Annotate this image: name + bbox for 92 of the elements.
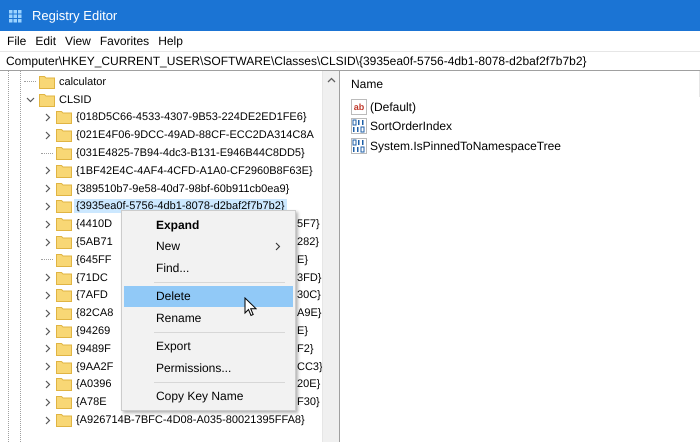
- value-name[interactable]: (Default): [370, 100, 416, 114]
- registry-key[interactable]: {5AB71: [74, 235, 115, 250]
- registry-key-fragment: E}: [297, 254, 308, 266]
- registry-key[interactable]: {94269: [74, 324, 112, 338]
- chevron-right-icon[interactable]: [42, 130, 52, 140]
- chevron-right-icon[interactable]: [42, 220, 52, 229]
- registry-key-fragment: 30C}: [297, 289, 321, 302]
- folder-icon: [56, 377, 72, 392]
- registry-key[interactable]: {A926714B-7BFC-4D08-A035-80021395FFA8}: [74, 413, 307, 428]
- registry-key[interactable]: {A0396: [74, 377, 114, 392]
- window-title: Registry Editor: [32, 8, 118, 23]
- chevron-right-icon[interactable]: [42, 326, 52, 336]
- folder-icon: [39, 92, 55, 107]
- registry-key[interactable]: {A78E: [74, 395, 109, 410]
- registry-key-fragment: 5F7}: [297, 218, 320, 230]
- context-menu-item[interactable]: Delete: [124, 286, 293, 307]
- registry-key[interactable]: {389510b7-9e58-40d7-98bf-60b911cb0ea9}: [74, 182, 292, 196]
- chevron-right-icon[interactable]: [42, 273, 52, 282]
- folder-icon: [56, 342, 72, 356]
- folder-icon: [56, 182, 72, 196]
- registry-key[interactable]: {7AFD: [74, 288, 110, 302]
- folder-icon: [56, 270, 72, 285]
- folder-icon: [56, 413, 72, 428]
- registry-key[interactable]: {71DC: [74, 270, 110, 285]
- chevron-right-icon[interactable]: [42, 166, 52, 176]
- context-menu-item[interactable]: Permissions...: [124, 357, 293, 378]
- chevron-right-icon[interactable]: [42, 112, 52, 122]
- chevron-right-icon[interactable]: [42, 380, 52, 389]
- chevron-right-icon[interactable]: [42, 238, 52, 247]
- scrollbar[interactable]: [322, 71, 339, 442]
- folder-icon: [56, 395, 72, 410]
- folder-icon: [56, 324, 72, 338]
- registry-key-fragment: E}: [297, 325, 308, 338]
- folder-icon: [56, 217, 72, 232]
- registry-key-fragment: 282}: [297, 236, 320, 248]
- address-field[interactable]: Computer\HKEY_CURRENT_USER\SOFTWARE\Classes\CLSID\{3935ea0f-5756-4db1-8078-d2baf2f7b7b2}: [0, 51, 700, 71]
- context-menu-item[interactable]: Copy Key Name: [124, 386, 293, 407]
- registry-key[interactable]: {1BF42E4C-4AF4-4CFD-A1A0-CF2960B8F63E}: [74, 164, 315, 178]
- registry-key[interactable]: calculator: [57, 74, 108, 89]
- folder-icon: [56, 199, 72, 214]
- scroll-up-icon[interactable]: [326, 77, 336, 83]
- chevron-down-icon[interactable]: [26, 95, 34, 104]
- registry-key[interactable]: CLSID: [57, 92, 94, 107]
- context-menu-item[interactable]: Export: [124, 336, 293, 357]
- registry-key[interactable]: {021E4F06-9DCC-49AD-88CF-ECC2DA314C8A: [74, 128, 316, 142]
- chevron-right-icon[interactable]: [42, 344, 52, 354]
- value-name[interactable]: SortOrderIndex: [370, 119, 452, 134]
- folder-icon: [56, 164, 72, 178]
- value-name[interactable]: System.IsPinnedToNamespaceTree: [370, 138, 561, 153]
- registry-key[interactable]: {645FF: [74, 252, 114, 267]
- registry-key[interactable]: {018D5C66-4533-4307-9B53-224DE2ED1FE6}: [74, 110, 309, 124]
- menu-item[interactable]: Favorites: [96, 34, 154, 48]
- registry-key[interactable]: {4410D: [74, 217, 114, 232]
- registry-key-fragment: A9E}: [297, 307, 322, 320]
- column-header[interactable]: Name: [342, 71, 700, 97]
- registry-key[interactable]: {9AA2F: [74, 360, 116, 374]
- menu-item[interactable]: Edit: [31, 34, 62, 48]
- mouse-pointer-icon: [244, 297, 257, 317]
- folder-icon: [56, 235, 72, 250]
- folder-icon: [56, 110, 72, 124]
- context-menu-item[interactable]: Expand: [124, 214, 293, 236]
- registry-key-fragment: F2}: [297, 342, 314, 355]
- folder-icon: [39, 74, 55, 89]
- binary-value-icon: [351, 138, 367, 154]
- registry-key-fragment: F30}: [297, 396, 320, 408]
- context-menu-item[interactable]: Rename: [124, 307, 293, 328]
- folder-icon: [56, 128, 72, 142]
- chevron-right-icon[interactable]: [42, 184, 52, 194]
- registry-key[interactable]: {82CA8: [74, 306, 116, 320]
- chevron-right-icon[interactable]: [42, 308, 52, 318]
- menu-item[interactable]: File: [3, 34, 32, 48]
- registry-key-fragment: 3FD}: [297, 272, 322, 284]
- folder-icon: [56, 306, 72, 320]
- chevron-right-icon[interactable]: [42, 290, 52, 300]
- folder-icon: [56, 252, 72, 267]
- context-menu-item[interactable]: New: [124, 236, 293, 257]
- string-value-icon: ab: [351, 98, 367, 115]
- binary-value-icon: [351, 118, 367, 134]
- chevron-right-icon[interactable]: [42, 416, 52, 425]
- menu-item[interactable]: View: [61, 34, 96, 48]
- folder-icon: [56, 146, 72, 160]
- registry-key[interactable]: {9489F: [74, 342, 113, 356]
- folder-icon: [56, 288, 72, 302]
- registry-key[interactable]: {031E4825-7B94-4dc3-B131-E946B44C8DD5}: [74, 146, 307, 160]
- context-menu-item[interactable]: Find...: [124, 257, 293, 278]
- folder-icon: [56, 360, 72, 374]
- app-icon: [9, 8, 23, 22]
- chevron-right-icon[interactable]: [42, 202, 52, 211]
- menu-item[interactable]: Help: [154, 34, 188, 48]
- chevron-right-icon[interactable]: [42, 362, 52, 372]
- registry-key-fragment: 20E}: [297, 378, 320, 390]
- chevron-right-icon[interactable]: [42, 398, 52, 407]
